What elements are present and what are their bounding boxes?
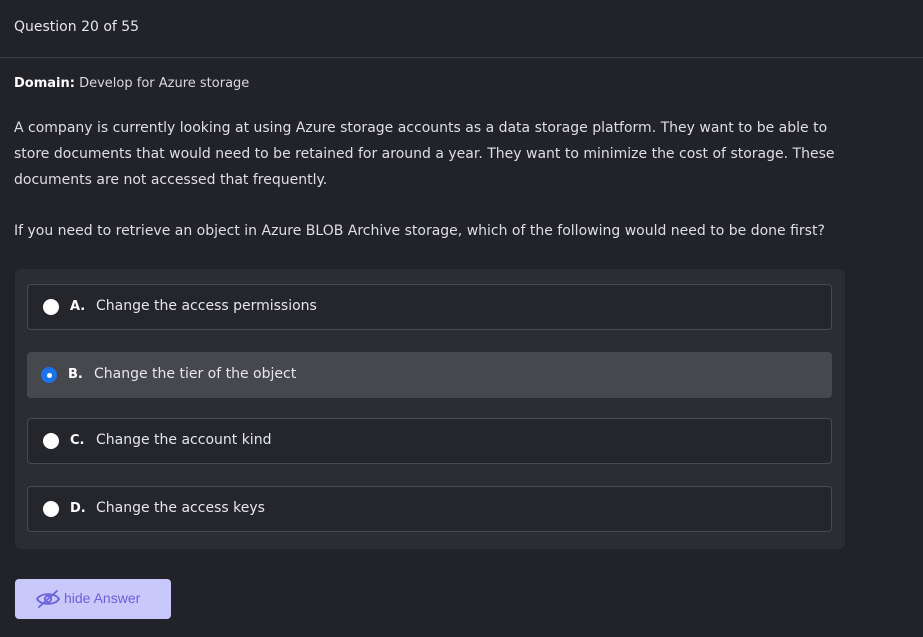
- question-counter: Question 20 of 55: [14, 19, 140, 35]
- radio-d[interactable]: [43, 501, 59, 517]
- question-header: Question 20 of 55: [0, 0, 923, 58]
- option-d[interactable]: D. Change the access keys: [27, 486, 832, 532]
- option-letter: A.: [70, 299, 86, 314]
- option-b[interactable]: B. Change the tier of the object: [27, 352, 832, 398]
- option-text: Change the account kind: [96, 432, 272, 448]
- option-letter: C.: [70, 433, 85, 448]
- question-prompt: If you need to retrieve an object in Azu…: [14, 223, 825, 239]
- radio-b[interactable]: [41, 367, 57, 383]
- options-panel: A. Change the access permissions B. Chan…: [15, 269, 845, 549]
- domain-label: Domain:: [14, 76, 75, 91]
- option-letter: D.: [70, 501, 86, 516]
- option-c[interactable]: C. Change the account kind: [27, 418, 832, 464]
- hide-answer-label: hide Answer: [64, 590, 141, 606]
- option-text: Change the access keys: [96, 500, 265, 516]
- hide-answer-button[interactable]: hide Answer: [15, 579, 171, 619]
- eye-slash-icon: [35, 590, 61, 608]
- domain-line: Domain: Develop for Azure storage: [14, 76, 249, 91]
- option-text: Change the access permissions: [96, 298, 317, 314]
- question-scenario: A company is currently looking at using …: [14, 120, 835, 188]
- domain-value: Develop for Azure storage: [79, 76, 250, 91]
- radio-a[interactable]: [43, 299, 59, 315]
- option-a[interactable]: A. Change the access permissions: [27, 284, 832, 330]
- radio-c[interactable]: [43, 433, 59, 449]
- option-text: Change the tier of the object: [94, 366, 297, 382]
- option-letter: B.: [68, 367, 83, 382]
